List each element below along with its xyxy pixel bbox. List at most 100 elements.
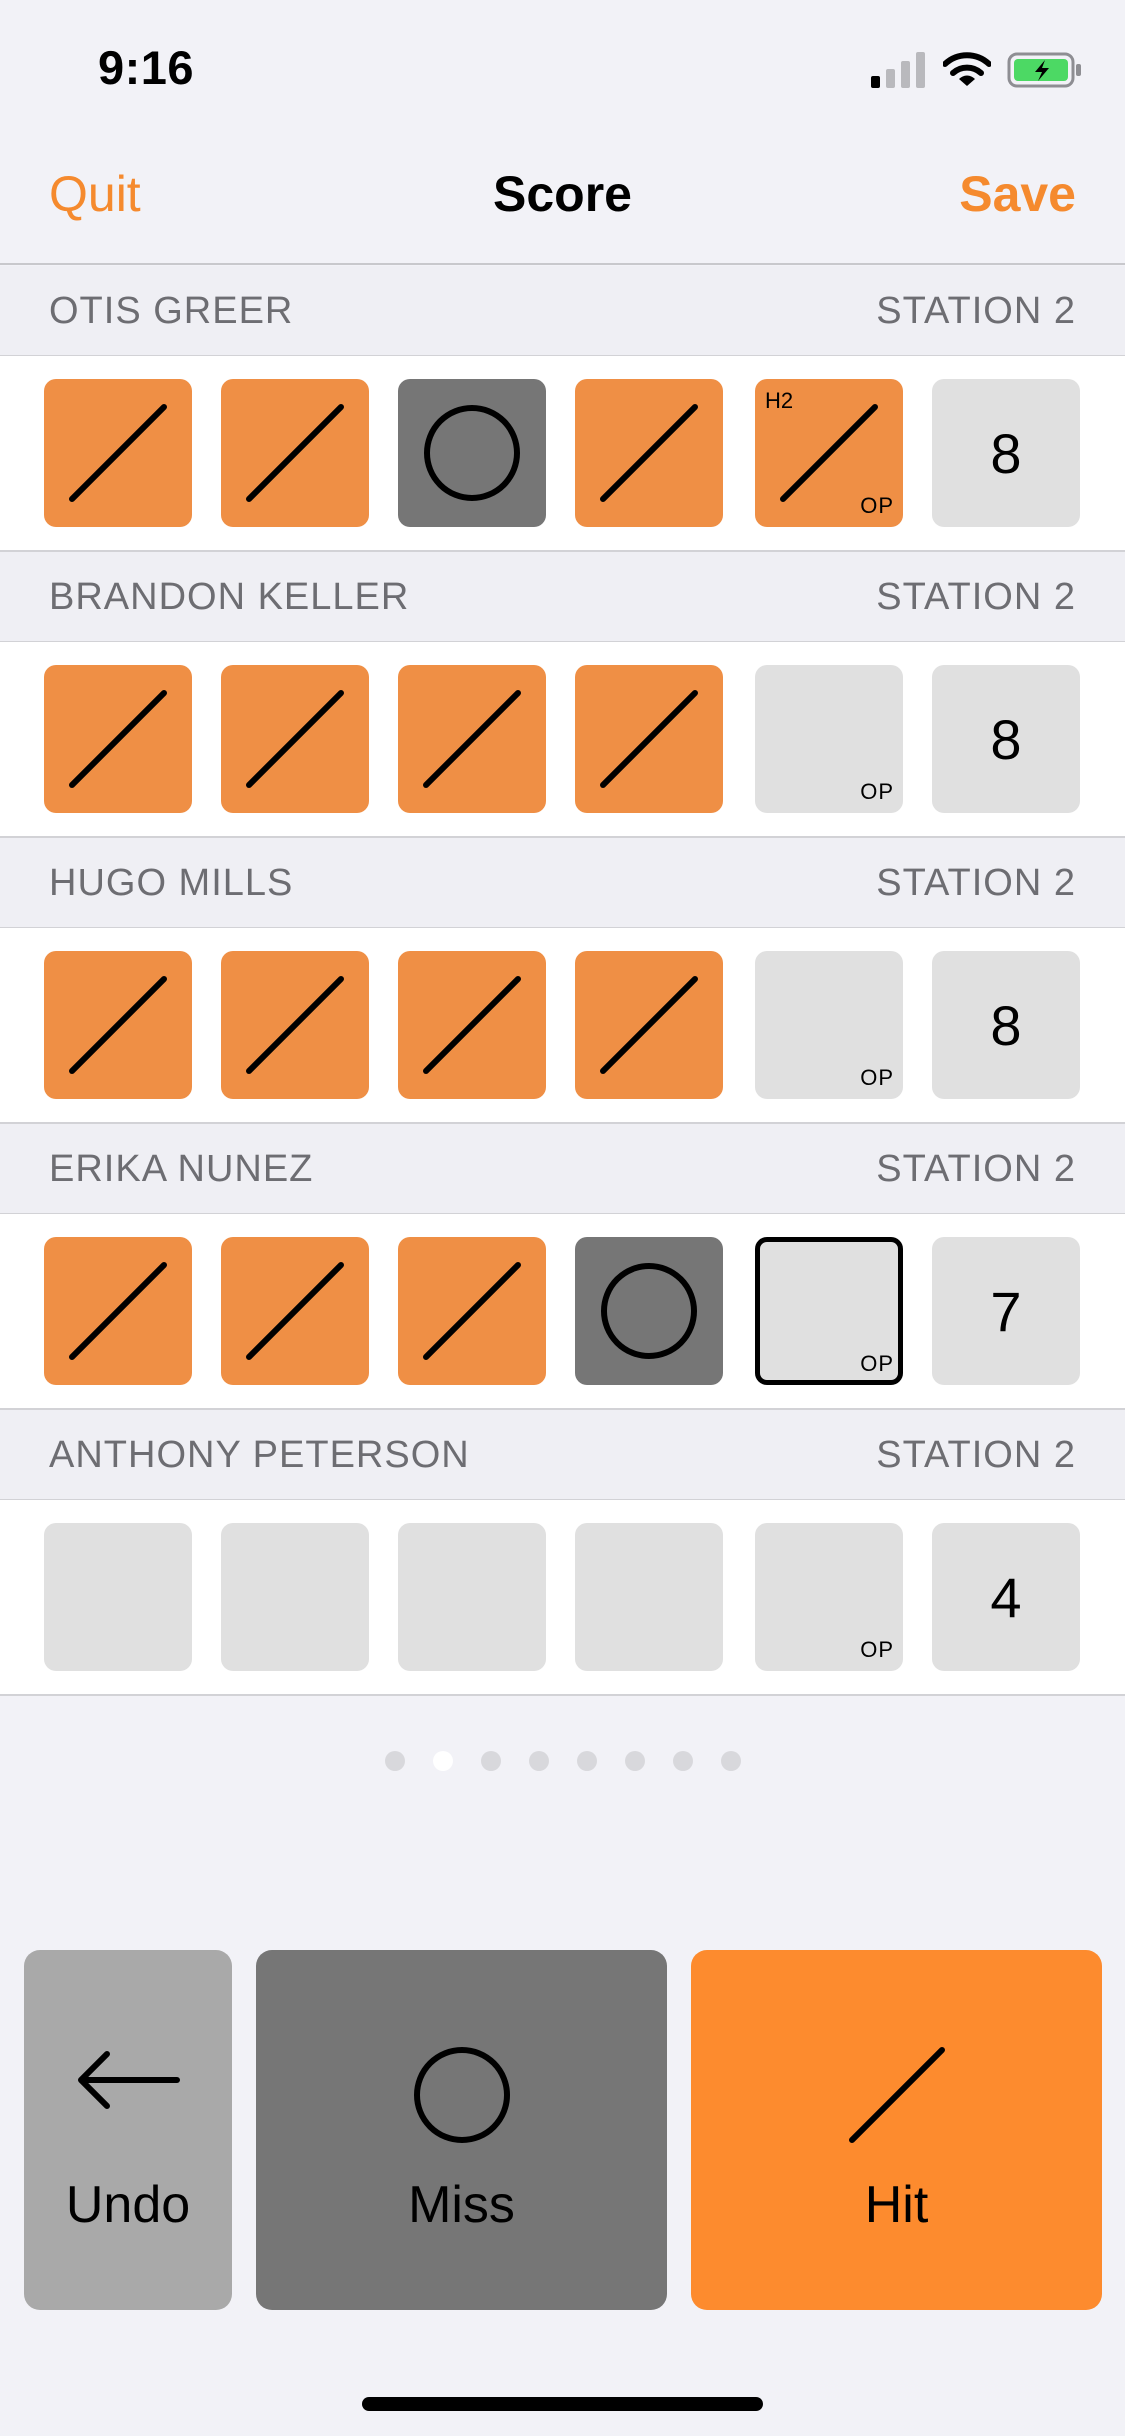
shooter-name: OTIS GREER — [49, 290, 294, 332]
shot-cell-hit[interactable] — [44, 379, 192, 527]
shot-cell-hit[interactable] — [44, 951, 192, 1099]
shooter-name: ERIKA NUNEZ — [49, 1148, 314, 1190]
shooter-score-row: OP 8 — [0, 642, 1125, 838]
score-total: 8 — [990, 421, 1022, 485]
shooter-header: ANTHONY PETERSON STATION 2 — [0, 1410, 1125, 1500]
shot-cell-hit[interactable] — [575, 665, 723, 813]
shot-cell-hit[interactable] — [221, 665, 369, 813]
shooter-header: HUGO MILLS STATION 2 — [0, 838, 1125, 928]
score-total-cell: 8 — [932, 665, 1080, 813]
page-dot[interactable] — [672, 1751, 693, 1771]
page-title: Score — [493, 166, 632, 222]
shooter-score-row: OP 8 — [0, 928, 1125, 1124]
score-total: 7 — [990, 1279, 1022, 1343]
score-total: 4 — [990, 1565, 1022, 1629]
score-total-cell: 7 — [932, 1237, 1080, 1385]
shot-tag-bottom: OP — [860, 493, 894, 518]
slash-icon — [246, 690, 344, 788]
cellular-signal-icon — [871, 52, 925, 88]
battery-charging-icon — [1007, 52, 1081, 88]
shot-cell-miss[interactable] — [398, 379, 546, 527]
circle-icon — [413, 2047, 510, 2143]
shooter-station: STATION 2 — [876, 1434, 1076, 1476]
shooter-station: STATION 2 — [876, 862, 1076, 904]
home-indicator — [362, 2397, 763, 2411]
navigation-bar: Quit Score Save — [0, 135, 1125, 265]
page-dot[interactable] — [576, 1751, 597, 1771]
hit-label: Hit — [864, 2176, 929, 2234]
score-total: 8 — [990, 707, 1022, 771]
shot-tag-top: H2 — [765, 388, 794, 413]
score-total: 8 — [990, 993, 1022, 1057]
score-list: OTIS GREER STATION 2 H2 OP 8 BRANDON KELLER ST… — [0, 266, 1125, 1696]
shot-cell-hit[interactable] — [575, 951, 723, 1099]
shot-cell-hit[interactable] — [398, 665, 546, 813]
shot-cell-empty[interactable]: OP — [755, 665, 903, 813]
shot-cell-hit[interactable] — [398, 1237, 546, 1385]
status-icons — [871, 50, 1083, 90]
shot-cell-hit[interactable]: H2 OP — [755, 379, 903, 527]
shooter-score-row: H2 OP 8 — [0, 356, 1125, 552]
arrow-left-icon — [78, 2051, 180, 2109]
score-total-cell: 8 — [932, 951, 1080, 1099]
shot-cell-empty[interactable] — [575, 1523, 723, 1671]
shot-cell-hit[interactable] — [575, 379, 723, 527]
shot-tag-bottom: OP — [860, 1351, 894, 1376]
page-indicator[interactable] — [0, 1751, 1125, 1771]
slash-icon — [848, 2047, 945, 2143]
shooter-header: BRANDON KELLER STATION 2 — [0, 552, 1125, 642]
score-total-cell: 8 — [932, 379, 1080, 527]
shot-tag-bottom: OP — [860, 1065, 894, 1090]
slash-icon — [69, 404, 167, 502]
slash-icon — [600, 404, 698, 502]
status-time: 9:16 — [98, 41, 195, 94]
page-dot[interactable] — [384, 1751, 405, 1771]
shooter-header: ERIKA NUNEZ STATION 2 — [0, 1124, 1125, 1214]
slash-icon — [423, 976, 521, 1074]
shot-cell-empty[interactable]: OP — [755, 951, 903, 1099]
wifi-icon — [943, 52, 991, 86]
save-button[interactable]: Save — [959, 165, 1076, 223]
shot-cell-hit[interactable] — [221, 951, 369, 1099]
page-dot[interactable] — [480, 1751, 501, 1771]
shot-cell-hit[interactable] — [44, 665, 192, 813]
page-dot[interactable] — [720, 1751, 741, 1771]
shooter-station: STATION 2 — [876, 290, 1076, 332]
shooter-score-row: OP 4 — [0, 1500, 1125, 1696]
shot-cell-empty[interactable] — [221, 1523, 369, 1671]
shot-cell-empty[interactable]: OP — [755, 1237, 903, 1385]
slash-icon — [423, 690, 521, 788]
score-total-cell: 4 — [932, 1523, 1080, 1671]
shooter-station: STATION 2 — [876, 1148, 1076, 1190]
slash-icon — [246, 404, 344, 502]
shooter-name: BRANDON KELLER — [49, 576, 410, 618]
shooter-name: ANTHONY PETERSON — [49, 1434, 470, 1476]
page-dot[interactable] — [624, 1751, 645, 1771]
shot-cell-empty[interactable] — [44, 1523, 192, 1671]
shot-cell-empty[interactable]: OP — [755, 1523, 903, 1671]
slash-icon — [69, 690, 167, 788]
hit-button[interactable]: Hit — [691, 1950, 1102, 2310]
shooter-score-row: OP 7 — [0, 1214, 1125, 1410]
slash-icon — [246, 976, 344, 1074]
miss-button[interactable]: Miss — [256, 1950, 667, 2310]
undo-button[interactable]: Undo — [24, 1950, 232, 2310]
quit-button[interactable]: Quit — [49, 165, 141, 223]
circle-icon — [601, 1263, 697, 1359]
shot-cell-hit[interactable] — [398, 951, 546, 1099]
shooter-station: STATION 2 — [876, 576, 1076, 618]
shot-cell-hit[interactable] — [221, 1237, 369, 1385]
page-dot[interactable] — [528, 1751, 549, 1771]
status-bar: 9:16 — [0, 0, 1125, 135]
shot-cell-hit[interactable] — [44, 1237, 192, 1385]
slash-icon — [69, 976, 167, 1074]
page-dot[interactable] — [432, 1751, 453, 1771]
shot-cell-empty[interactable] — [398, 1523, 546, 1671]
shot-tag-bottom: OP — [860, 1637, 894, 1662]
miss-label: Miss — [408, 2176, 515, 2234]
shot-cell-hit[interactable] — [221, 379, 369, 527]
shooter-name: HUGO MILLS — [49, 862, 294, 904]
shot-cell-miss[interactable] — [575, 1237, 723, 1385]
undo-label: Undo — [65, 2176, 191, 2234]
circle-icon — [424, 405, 520, 501]
